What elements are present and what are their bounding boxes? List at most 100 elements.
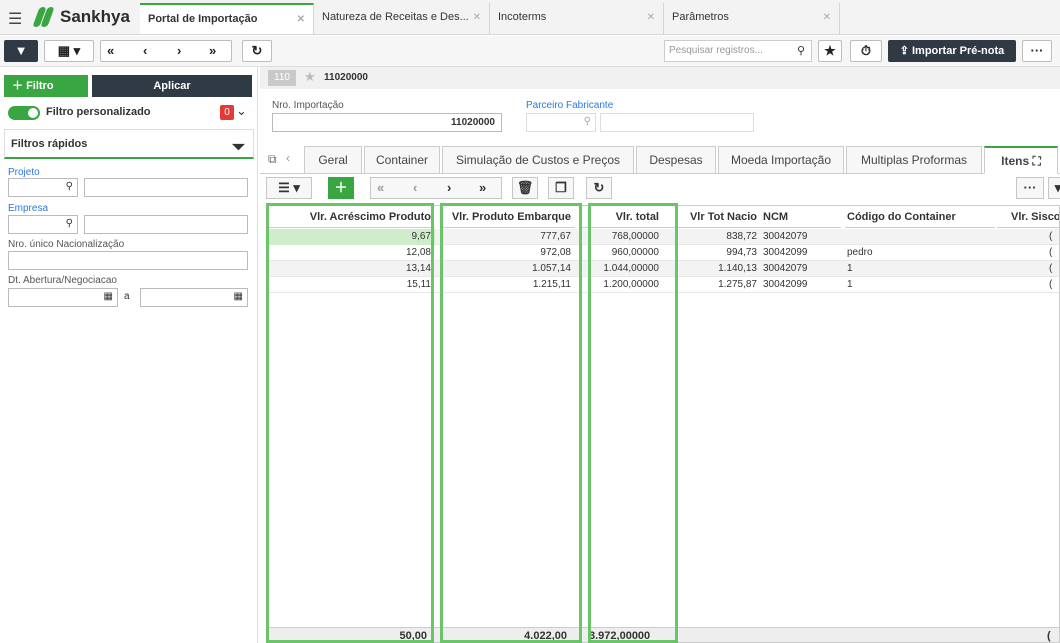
duplicate-icon[interactable]: ❐ (548, 177, 574, 199)
table-row[interactable]: 12,08 972,08 960,00000 994,73 30042099 pedro ( (267, 245, 1059, 261)
cell-produto-embarque[interactable]: 1.057,14 (441, 261, 575, 277)
prev-record-icon[interactable]: ‹ (143, 41, 147, 61)
first-icon[interactable]: « (377, 178, 384, 198)
cell-ncm[interactable]: 30042099 (761, 277, 841, 293)
tab-portal-importacao[interactable]: Portal de Importação ✕ (140, 3, 314, 34)
grid-more-button[interactable]: ··· (1016, 177, 1044, 199)
tab-moeda-importacao[interactable]: Moeda Importação (718, 146, 844, 174)
cell-vlr-total[interactable]: 1.200,00000 (581, 277, 663, 293)
nacionalizacao-input[interactable] (8, 251, 248, 270)
add-filter-button[interactable]: ＋ Filtro (4, 75, 88, 97)
col-vlr-produto-embarque[interactable]: Vlr. Produto Embarque (441, 206, 575, 228)
next-record-icon[interactable]: › (177, 41, 181, 61)
more-options-button[interactable]: ··· (1022, 40, 1052, 62)
empresa-code-input[interactable]: ⚲ (8, 215, 78, 234)
add-row-icon[interactable]: ＋ (328, 177, 354, 199)
first-record-icon[interactable]: « (107, 41, 114, 61)
last-icon[interactable]: » (479, 178, 486, 198)
projeto-desc-input[interactable] (84, 178, 248, 197)
projeto-code-input[interactable]: ⚲ (8, 178, 78, 197)
cell-vlr-siscor[interactable]: ( (1047, 229, 1059, 245)
tab-natureza-receitas[interactable]: Natureza de Receitas e Des... ✕ (314, 3, 490, 34)
tab-incoterms[interactable]: Incoterms ✕ (490, 3, 664, 34)
parceiro-desc-input[interactable] (600, 113, 754, 132)
refresh-icon[interactable]: ↻ (586, 177, 612, 199)
cell-produto-embarque[interactable]: 1.215,11 (441, 277, 575, 293)
col-ncm[interactable]: NCM (761, 206, 841, 228)
cell-vlr-siscor[interactable]: ( (1047, 277, 1059, 293)
date-from-input[interactable]: ▦ (8, 288, 118, 307)
delete-trash-icon[interactable]: 🗑 (512, 177, 538, 199)
col-vlr-siscor[interactable]: Vlr. Siscor (997, 206, 1059, 228)
date-to-input[interactable]: ▦ (140, 288, 248, 307)
apply-button[interactable]: Aplicar (92, 75, 252, 97)
cell-ncm[interactable]: 30042079 (761, 229, 841, 245)
close-icon[interactable]: ✕ (647, 3, 655, 32)
tab-despesas[interactable]: Despesas (636, 146, 716, 174)
close-icon[interactable]: ✕ (823, 3, 831, 32)
nro-importacao-input[interactable]: 11020000 (272, 113, 502, 132)
next-icon[interactable]: › (447, 178, 451, 198)
cell-codigo-container[interactable] (845, 229, 995, 245)
close-icon[interactable]: ✕ (297, 5, 305, 34)
cell-produto-embarque[interactable]: 972,08 (441, 245, 575, 261)
cell-codigo-container[interactable]: pedro (845, 245, 995, 261)
cell-produto-embarque[interactable]: 777,67 (441, 229, 575, 245)
cell-vlr-siscor[interactable]: ( (1047, 245, 1059, 261)
cell-vlr-tot-nacio[interactable]: 1.275,87 (663, 277, 761, 293)
copy-icon[interactable]: ⧉ (268, 152, 277, 167)
col-vlr-tot-nacio[interactable]: Vlr Tot Nacio (663, 206, 761, 228)
chevron-down-icon[interactable]: ⌄ (236, 103, 247, 119)
tab-geral[interactable]: Geral (304, 146, 362, 174)
funnel-settings-icon[interactable]: ⏷ (232, 134, 245, 162)
grid-more-chevron-icon[interactable]: ▾ (1048, 177, 1060, 199)
cell-acrescimo[interactable]: 15,11 (267, 277, 435, 293)
table-row[interactable]: 13,14 1.057,14 1.044,00000 1.140,13 30042079… (267, 261, 1059, 277)
cell-acrescimo[interactable]: 12,08 (267, 245, 435, 261)
cell-vlr-siscor[interactable]: ( (1047, 261, 1059, 277)
cell-vlr-total[interactable]: 960,00000 (581, 245, 663, 261)
calendar-icon[interactable]: ▦ (104, 291, 113, 302)
empresa-desc-input[interactable] (84, 215, 248, 234)
close-icon[interactable]: ✕ (473, 3, 481, 32)
import-pre-nota-button[interactable]: ⇪ Importar Pré-nota (888, 40, 1016, 62)
table-row[interactable]: 15,11 1.215,11 1.200,00000 1.275,87 30042099… (267, 277, 1059, 293)
last-record-icon[interactable]: » (209, 41, 216, 61)
parceiro-code-input[interactable]: ⚲ (526, 113, 596, 132)
cell-ncm[interactable]: 30042099 (761, 245, 841, 261)
cell-vlr-total[interactable]: 1.044,00000 (581, 261, 663, 277)
search-icon[interactable]: ⚲ (797, 41, 805, 61)
menu-icon[interactable]: ☰ (8, 9, 22, 29)
tab-simulacao-custos[interactable]: Simulação de Custos e Preços (442, 146, 634, 174)
cell-vlr-total[interactable]: 768,00000 (581, 229, 663, 245)
list-view-button[interactable]: ☰ ▾ (266, 177, 312, 199)
timer-icon[interactable]: ⏱ (850, 40, 882, 62)
cell-codigo-container[interactable]: 1 (845, 261, 995, 277)
tab-container[interactable]: Container (364, 146, 440, 174)
col-codigo-container[interactable]: Código do Container (845, 206, 995, 228)
cell-vlr-tot-nacio[interactable]: 838,72 (663, 229, 761, 245)
cell-acrescimo[interactable]: 9,67 (267, 229, 435, 245)
search-input[interactable]: Pesquisar registros... ⚲ (664, 40, 812, 62)
favorite-star-icon[interactable]: ★ (818, 40, 842, 62)
filter-icon[interactable]: ▼ (4, 40, 38, 62)
custom-filter-toggle[interactable] (8, 106, 40, 120)
col-vlr-acrescimo[interactable]: Vlr. Acréscimo Produto (267, 206, 435, 228)
cell-codigo-container[interactable]: 1 (845, 277, 995, 293)
star-icon[interactable]: ★ (304, 69, 316, 85)
search-icon[interactable]: ⚲ (66, 181, 73, 192)
grid-view-button[interactable]: ▦ ▾ (44, 40, 94, 62)
scroll-left-icon[interactable]: ‹ (286, 151, 290, 165)
tab-itens[interactable]: Itens ⛶ (984, 146, 1058, 174)
search-icon[interactable]: ⚲ (584, 116, 591, 127)
cell-acrescimo[interactable]: 13,14 (267, 261, 435, 277)
cell-ncm[interactable]: 30042079 (761, 261, 841, 277)
search-icon[interactable]: ⚲ (66, 218, 73, 229)
cell-vlr-tot-nacio[interactable]: 1.140,13 (663, 261, 761, 277)
calendar-icon[interactable]: ▦ (234, 291, 243, 302)
prev-icon[interactable]: ‹ (413, 178, 417, 198)
tab-parametros[interactable]: Parâmetros ✕ (664, 3, 840, 34)
tab-multiplas-proformas[interactable]: Multiplas Proformas (846, 146, 982, 174)
col-vlr-total[interactable]: Vlr. total (581, 206, 663, 228)
refresh-icon[interactable]: ↻ (242, 40, 272, 62)
